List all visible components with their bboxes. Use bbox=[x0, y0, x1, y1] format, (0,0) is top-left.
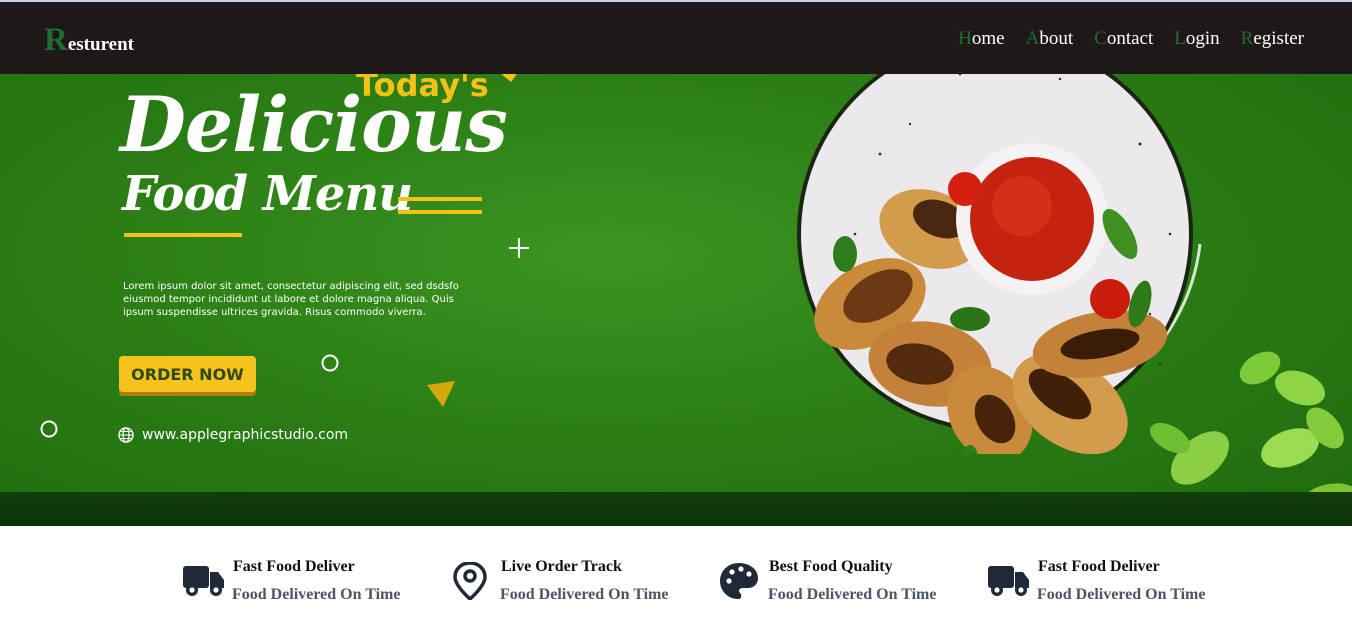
brand-initial: R bbox=[44, 22, 68, 58]
hero-title: Delicious bbox=[120, 80, 508, 169]
feature-title: Live Order Track bbox=[501, 558, 622, 575]
circle-decoration-icon bbox=[321, 354, 339, 372]
website-url: www.applegraphicstudio.com bbox=[142, 427, 349, 443]
feature-subtitle: Food Delivered On Time bbox=[232, 586, 401, 603]
nav-initial: C bbox=[1094, 28, 1107, 49]
order-now-button[interactable]: ORDER NOW bbox=[119, 356, 256, 392]
hero-description: Lorem ipsum dolor sit amet, consectetur … bbox=[123, 281, 459, 318]
feature-subtitle: Food Delivered On Time bbox=[768, 586, 937, 603]
hero-banner: Today's Delicious Food Menu Lorem ipsum … bbox=[0, 74, 1352, 526]
brand-rest: esturent bbox=[67, 34, 134, 55]
feature-title: Fast Food Deliver bbox=[233, 558, 355, 575]
nav-label: ome bbox=[971, 28, 1005, 49]
nav-label: ogin bbox=[1185, 28, 1220, 49]
truck-icon bbox=[183, 566, 224, 596]
main-nav: Home About Contact Login Register bbox=[958, 28, 1304, 50]
nav-label: bout bbox=[1039, 28, 1074, 49]
hero-subtitle: Food Menu bbox=[122, 166, 413, 222]
double-line-decoration bbox=[398, 210, 482, 214]
truck-icon bbox=[988, 566, 1029, 596]
nav-contact-link[interactable]: Contact bbox=[1094, 28, 1153, 50]
nav-label: ontact bbox=[1106, 28, 1154, 49]
nav-initial: L bbox=[1174, 28, 1186, 49]
feature-subtitle: Food Delivered On Time bbox=[1037, 586, 1206, 603]
hero-bottom-band bbox=[0, 492, 1352, 526]
nav-register-link[interactable]: Register bbox=[1241, 28, 1304, 50]
nav-initial: H bbox=[958, 28, 972, 49]
nav-initial: R bbox=[1240, 28, 1254, 49]
palette-icon bbox=[720, 563, 758, 599]
features-section: Fast Food Deliver Food Delivered On Time… bbox=[0, 526, 1352, 622]
brand-logo[interactable]: Resturent bbox=[44, 22, 134, 59]
feature-subtitle: Food Delivered On Time bbox=[500, 586, 669, 603]
triangle-decoration-icon bbox=[501, 74, 517, 82]
globe-icon bbox=[118, 427, 134, 443]
nav-initial: A bbox=[1025, 28, 1040, 49]
circle-decoration-icon bbox=[40, 420, 58, 438]
navbar: Resturent Home About Contact Login Regis… bbox=[0, 2, 1352, 74]
nav-login-link[interactable]: Login bbox=[1174, 28, 1219, 50]
nav-home-link[interactable]: Home bbox=[958, 28, 1004, 50]
double-line-decoration bbox=[398, 197, 482, 201]
triangle-decoration-icon bbox=[427, 381, 455, 407]
nav-label: egister bbox=[1253, 28, 1304, 49]
plus-decoration-icon bbox=[509, 238, 529, 258]
hero-website: www.applegraphicstudio.com bbox=[118, 427, 348, 443]
nav-about-link[interactable]: About bbox=[1026, 28, 1074, 50]
map-pin-icon bbox=[453, 562, 487, 600]
underline-decoration bbox=[124, 233, 242, 237]
feature-title: Fast Food Deliver bbox=[1038, 558, 1160, 575]
feature-title: Best Food Quality bbox=[769, 558, 893, 575]
